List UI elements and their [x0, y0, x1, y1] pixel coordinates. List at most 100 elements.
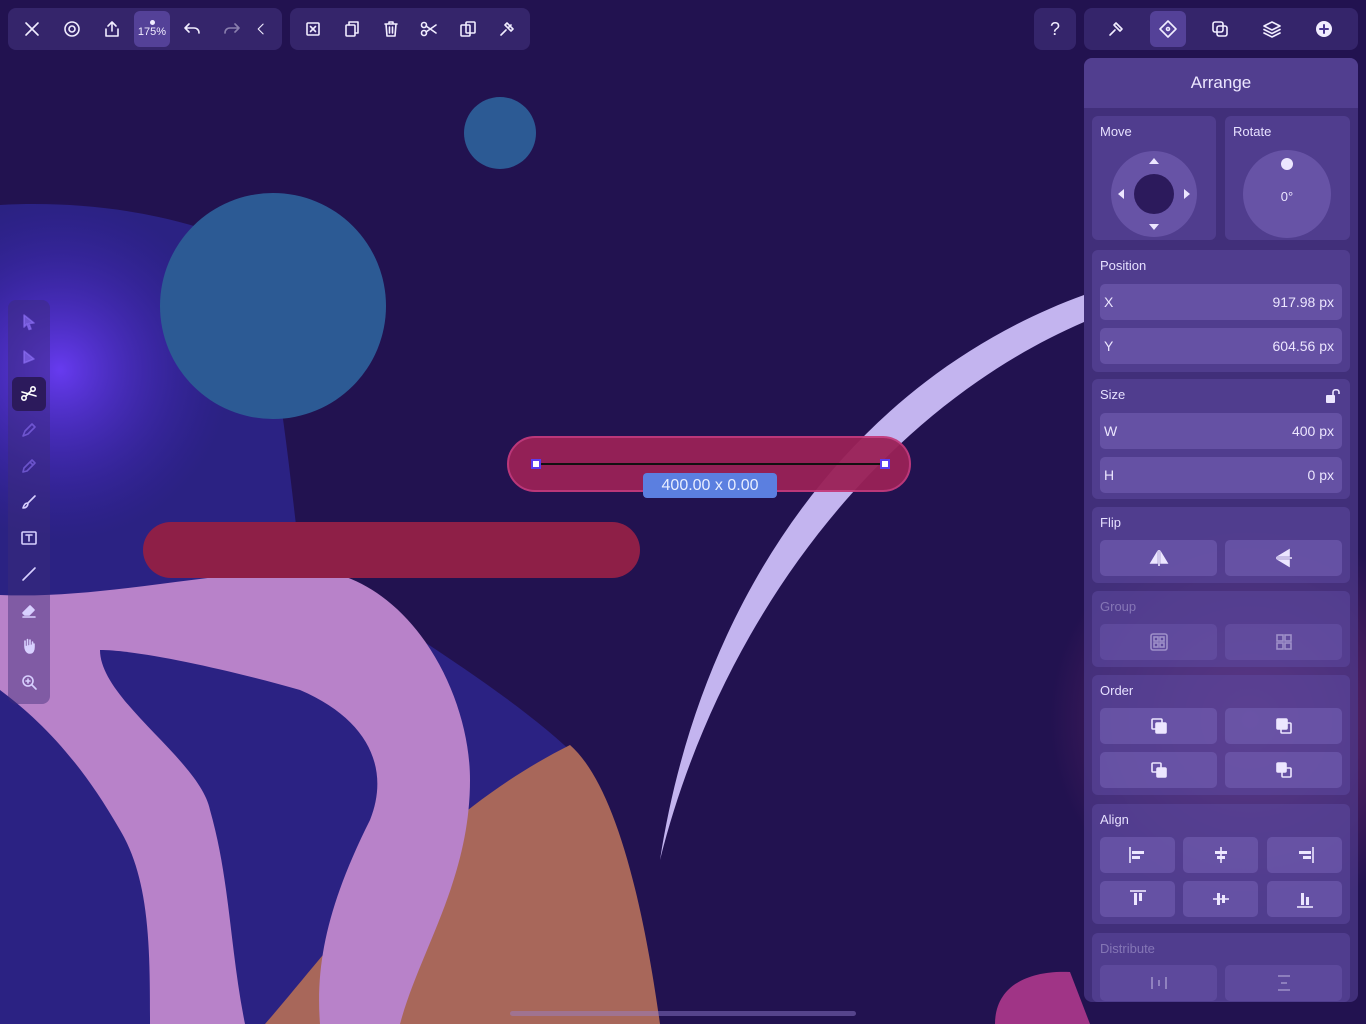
- selection-handle-end[interactable]: [880, 459, 890, 469]
- zoom-level-button[interactable]: 175%: [134, 11, 170, 47]
- small-blue-circle: [464, 97, 536, 169]
- rotate-value: 0°: [1280, 188, 1294, 204]
- settings-icon[interactable]: [54, 11, 90, 47]
- distribute-horizontal-icon: [1150, 977, 1167, 989]
- toolbar-edit: [290, 8, 530, 50]
- panel-title: Arrange: [1084, 58, 1358, 108]
- size-h-field[interactable]: H 0 px: [1100, 457, 1342, 493]
- cut-icon[interactable]: [412, 11, 447, 47]
- deselect-icon[interactable]: [296, 11, 331, 47]
- flip-label: Flip: [1100, 515, 1121, 530]
- delete-icon[interactable]: [373, 11, 408, 47]
- position-y-field[interactable]: Y 604.56 px: [1100, 328, 1342, 364]
- white-arc: [660, 295, 1084, 860]
- zoom-level: 175%: [137, 26, 167, 38]
- send-to-back-button[interactable]: [1225, 708, 1342, 744]
- move-joystick[interactable]: [1110, 150, 1198, 238]
- bring-to-front-button[interactable]: [1100, 708, 1217, 744]
- rotate-knob[interactable]: [1281, 158, 1293, 170]
- add-icon[interactable]: [1306, 11, 1342, 47]
- h-value: 0 px: [1307, 467, 1334, 483]
- align-center-button[interactable]: [1183, 837, 1258, 873]
- share-icon[interactable]: [94, 11, 130, 47]
- help-label: ?: [1049, 18, 1060, 39]
- line-icon[interactable]: [12, 557, 46, 591]
- send-to-back-icon: [1275, 718, 1292, 734]
- home-indicator: [510, 1011, 856, 1016]
- align-section: Align: [1092, 804, 1350, 924]
- align-center-icon: [1214, 847, 1227, 863]
- order-section: Order: [1092, 675, 1350, 795]
- big-blue-circle: [160, 193, 386, 419]
- direct-select-icon[interactable]: [12, 341, 46, 375]
- send-backward-button[interactable]: [1225, 752, 1342, 788]
- group-section: Group: [1092, 591, 1350, 667]
- ungroup-button[interactable]: [1225, 624, 1342, 660]
- position-label: Position: [1100, 258, 1147, 273]
- align-right-button[interactable]: [1267, 837, 1342, 873]
- position-x-field[interactable]: X 917.98 px: [1100, 284, 1342, 320]
- undo-icon[interactable]: [174, 11, 210, 47]
- hand-icon[interactable]: [12, 629, 46, 663]
- flip-section: Flip: [1092, 507, 1350, 583]
- redo-icon[interactable]: [214, 11, 250, 47]
- flip-vertical-button[interactable]: [1225, 540, 1342, 576]
- distribute-section: Distribute: [1092, 933, 1350, 1002]
- distribute-horizontal-button[interactable]: [1100, 965, 1217, 1001]
- arrange-panel: Arrange Move Rotate 0° Position X 917.98…: [1084, 58, 1358, 1002]
- h-label: H: [1104, 467, 1115, 483]
- size-section: Size W 400 px H 0 px: [1092, 379, 1350, 499]
- duplicate-icon[interactable]: [335, 11, 370, 47]
- y-value: 604.56 px: [1272, 338, 1335, 354]
- boolean-icon[interactable]: [1202, 11, 1238, 47]
- close-icon[interactable]: [14, 11, 50, 47]
- move-section: Move: [1092, 116, 1216, 240]
- distribute-vertical-button[interactable]: [1225, 965, 1342, 1001]
- x-label: X: [1104, 294, 1114, 310]
- send-backward-icon: [1275, 762, 1292, 778]
- pencil-icon[interactable]: [12, 449, 46, 483]
- distribute-label: Distribute: [1100, 941, 1155, 956]
- paste-style-icon[interactable]: [489, 11, 524, 47]
- collapse-icon[interactable]: [254, 11, 268, 47]
- eraser-icon[interactable]: [12, 593, 46, 627]
- x-value: 917.98 px: [1272, 294, 1335, 310]
- bring-to-front-icon: [1150, 718, 1167, 734]
- help-button[interactable]: ?: [1037, 11, 1073, 47]
- pen-icon[interactable]: [12, 413, 46, 447]
- layers-icon[interactable]: [1254, 11, 1290, 47]
- y-label: Y: [1104, 338, 1114, 354]
- flip-horizontal-button[interactable]: [1100, 540, 1217, 576]
- arrange-icon[interactable]: [1150, 11, 1186, 47]
- flip-horizontal-icon: [1149, 550, 1168, 566]
- align-bottom-icon: [1296, 893, 1313, 908]
- w-value: 400 px: [1291, 423, 1334, 439]
- move-label: Move: [1100, 124, 1132, 139]
- zoom-dot-icon: [149, 20, 155, 25]
- brush-icon[interactable]: [12, 485, 46, 519]
- align-top-icon: [1129, 890, 1146, 905]
- group-button[interactable]: [1100, 624, 1217, 660]
- align-left-button[interactable]: [1100, 837, 1175, 873]
- selection-handle-start[interactable]: [531, 459, 541, 469]
- w-label: W: [1104, 423, 1118, 439]
- text-icon[interactable]: [12, 521, 46, 555]
- style-icon[interactable]: [1098, 11, 1134, 47]
- toolbar-inspector: [1084, 8, 1358, 50]
- selection-size-label: 400.00 x 0.00: [643, 473, 777, 498]
- size-w-field[interactable]: W 400 px: [1100, 413, 1342, 449]
- zoom-icon[interactable]: [12, 665, 46, 699]
- align-top-button[interactable]: [1100, 881, 1175, 917]
- bring-forward-button[interactable]: [1100, 752, 1217, 788]
- group-icon: [1149, 633, 1168, 651]
- copy-icon[interactable]: [451, 11, 486, 47]
- unlock-icon[interactable]: [1324, 387, 1342, 405]
- size-label: Size: [1100, 387, 1126, 402]
- align-right-icon: [1298, 847, 1314, 863]
- select-icon[interactable]: [12, 305, 46, 339]
- scissors-icon[interactable]: [12, 377, 46, 411]
- order-label: Order: [1100, 683, 1134, 698]
- align-middle-button[interactable]: [1183, 881, 1258, 917]
- align-bottom-button[interactable]: [1267, 881, 1342, 917]
- rotate-dial[interactable]: 0°: [1243, 150, 1331, 238]
